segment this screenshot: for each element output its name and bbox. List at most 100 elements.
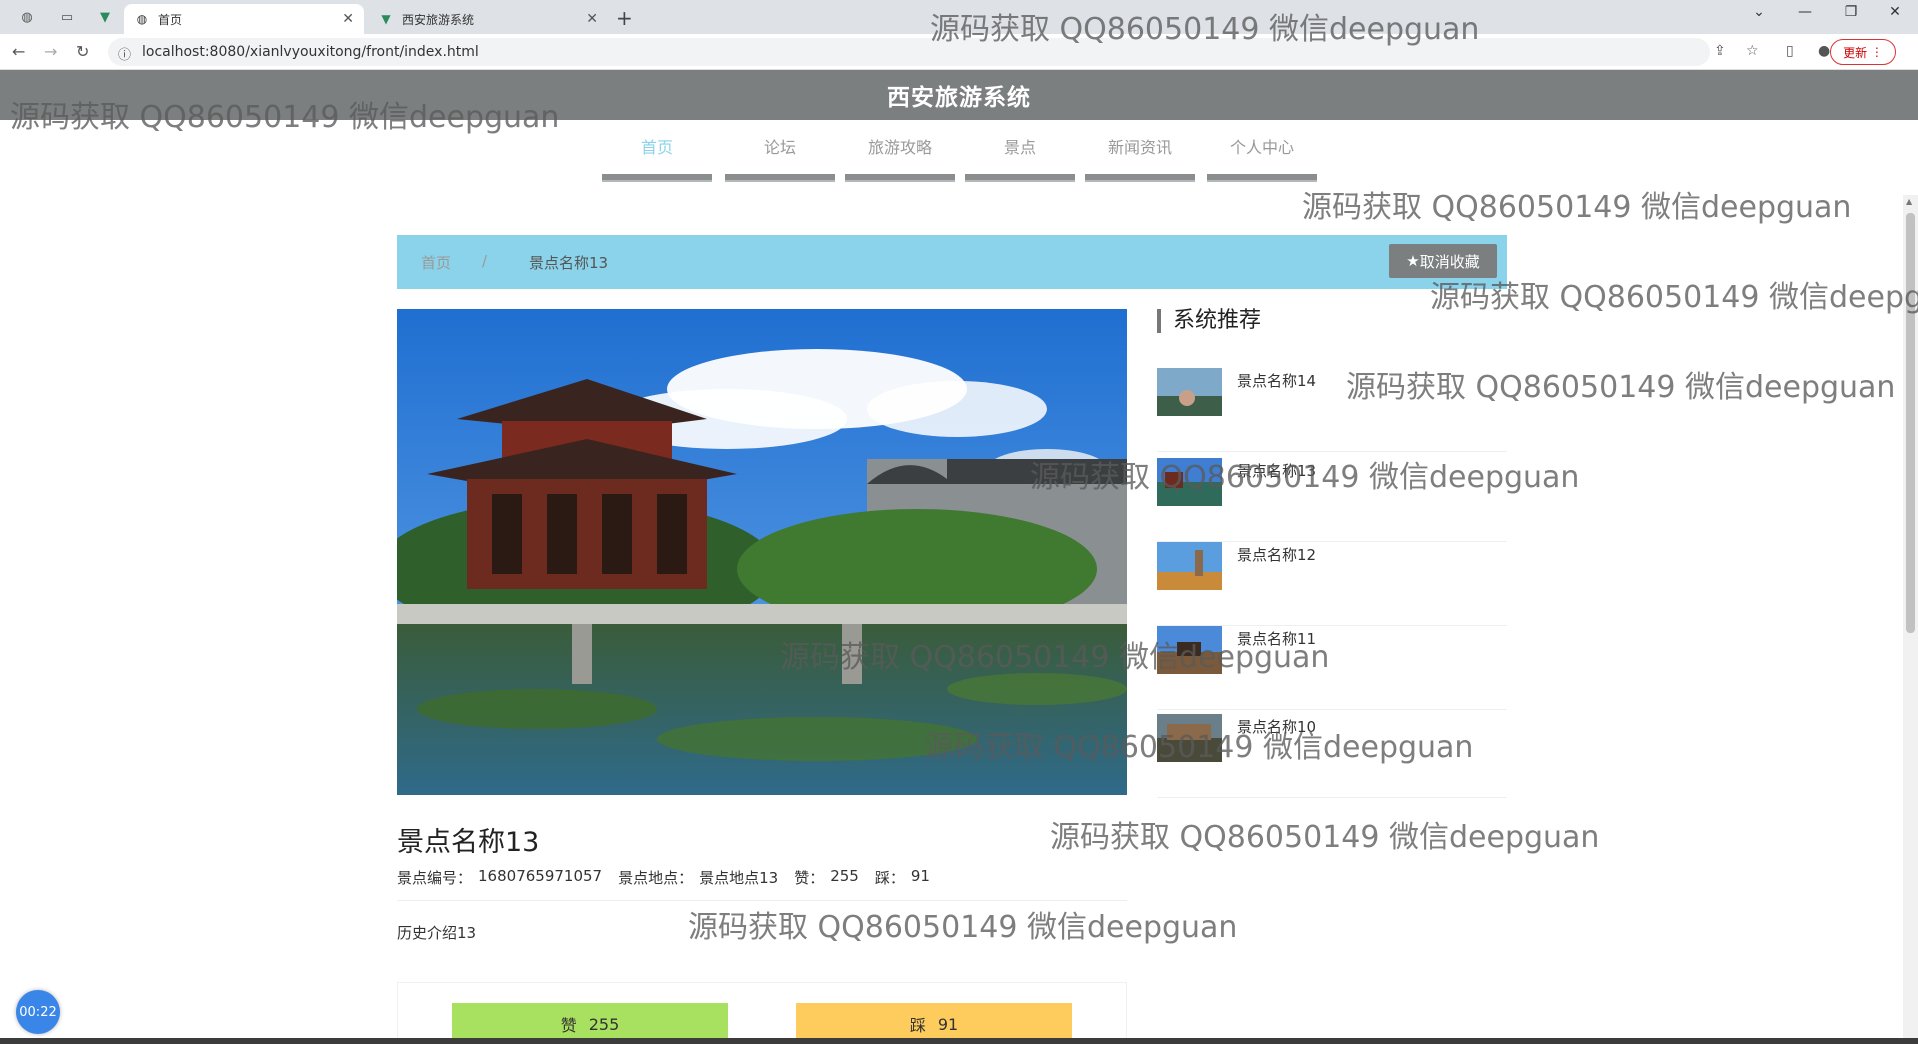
nav-underline [1085, 174, 1195, 182]
nav-label: 个人中心 [1229, 138, 1294, 157]
recommend-item[interactable]: 景点名称12 [1157, 542, 1507, 626]
history-intro: 历史介绍13 [397, 924, 477, 942]
nav-underline [725, 174, 835, 182]
site-header: 西安旅游系统 [0, 70, 1918, 120]
thumbnail-photo [1157, 542, 1222, 590]
browser-tab-strip: ◍ ▭ ▼ ◍ 首页 ✕ ▼ 西安旅游系统 ✕ + ⌄ — ❐ ✕ [0, 0, 1918, 34]
meta-label-likes: 赞： [794, 869, 825, 887]
attraction-title: 景点名称13 [397, 827, 540, 858]
globe-icon: ◍ [136, 12, 148, 26]
close-window-icon[interactable]: ✕ [1872, 4, 1918, 20]
nav-label: 首页 [640, 138, 673, 157]
attraction-meta: 景点编号： 1680765971057 景点地点： 景点地点13 赞： 255 … [397, 867, 930, 888]
recommend-item[interactable]: 景点名称11 [1157, 626, 1507, 710]
thumbnail-photo [1157, 458, 1222, 506]
pinned-tab-icon[interactable]: ◍ [14, 6, 40, 28]
like-count: 255 [588, 1014, 620, 1034]
meta-value-id: 1680765971057 [478, 867, 603, 885]
meta-label-location: 景点地点： [618, 869, 694, 887]
forward-icon[interactable]: → [44, 42, 57, 61]
thumbnail-photo [1157, 626, 1222, 674]
dislike-label: 踩 [909, 1016, 926, 1035]
recommend-thumbnail [1157, 368, 1222, 416]
recommend-item[interactable]: 景点名称13 [1157, 458, 1507, 542]
nav-label: 论坛 [763, 138, 796, 157]
meta-label-id: 景点编号： [397, 869, 473, 887]
meta-value-likes: 255 [830, 867, 859, 885]
breadcrumb-separator: / [482, 252, 488, 270]
main-nav: 首页 论坛 旅游攻略 景点 新闻资讯 个人中心 [602, 134, 1322, 184]
update-button[interactable]: 更新 ⋮ [1830, 39, 1896, 65]
new-tab-icon[interactable]: + [616, 6, 633, 30]
tab-search-icon[interactable]: ⌄ [1736, 4, 1782, 20]
recommend-title: 系统推荐 [1157, 309, 1261, 333]
breadcrumb-current: 景点名称13 [529, 254, 609, 272]
meta-value-location: 景点地点13 [699, 869, 779, 887]
side-panel-icon[interactable]: ▯ [1786, 43, 1794, 59]
profile-avatar-icon[interactable]: ● [1818, 43, 1830, 59]
recommend-name: 景点名称11 [1237, 630, 1317, 648]
nav-profile[interactable]: 个人中心 [1207, 134, 1317, 182]
watermark-text: 源码获取 QQ86050149 微信deepguan [1050, 820, 1600, 855]
recommend-thumbnail [1157, 626, 1222, 674]
scrollbar-thumb[interactable] [1906, 213, 1915, 633]
browser-tab-home[interactable]: ◍ 首页 ✕ [124, 4, 364, 34]
nav-forum[interactable]: 论坛 [725, 134, 835, 182]
close-tab-icon[interactable]: ✕ [586, 11, 598, 27]
recommend-name: 景点名称10 [1237, 718, 1317, 736]
page-scrollbar[interactable]: ▲ [1903, 195, 1918, 1044]
bottom-edge [0, 1038, 1918, 1044]
share-icon[interactable]: ⇪ [1714, 43, 1726, 59]
recommend-thumbnail [1157, 714, 1222, 762]
address-toolbar: ← → ↻ ⓘ localhost:8080/xianlvyouxitong/f… [0, 34, 1918, 70]
site-info-icon[interactable]: ⓘ [118, 44, 131, 63]
nav-guides[interactable]: 旅游攻略 [845, 134, 955, 182]
attraction-photo [397, 309, 1127, 795]
close-tab-icon[interactable]: ✕ [342, 11, 354, 27]
browser-tab-system[interactable]: ▼ 西安旅游系统 ✕ [368, 4, 608, 34]
nav-underline [1207, 174, 1317, 182]
recommend-thumbnail [1157, 542, 1222, 590]
nav-underline [602, 174, 712, 182]
pinned-tab-icon[interactable]: ▭ [54, 6, 80, 28]
unfavorite-label: 取消收藏 [1419, 252, 1480, 271]
recommend-name: 景点名称13 [1237, 462, 1317, 480]
update-label: 更新 [1843, 45, 1868, 60]
recording-timer-badge: 00:22 [16, 990, 60, 1034]
recommend-item[interactable]: 景点名称10 [1157, 714, 1507, 798]
tab-title: 首页 [158, 12, 183, 27]
nav-home[interactable]: 首页 [602, 134, 712, 182]
breadcrumb: 首页 / 景点名称13 ★ 取消收藏 [397, 235, 1507, 289]
divider [397, 900, 1127, 901]
thumbnail-photo [1157, 714, 1222, 762]
recommend-name: 景点名称14 [1237, 372, 1317, 390]
vue-icon: ▼ [381, 12, 391, 26]
scroll-up-icon[interactable]: ▲ [1906, 197, 1912, 206]
nav-attractions[interactable]: 景点 [965, 134, 1075, 182]
watermark-text: 源码获取 QQ86050149 微信deepguan [1302, 190, 1852, 225]
nav-label: 旅游攻略 [867, 138, 932, 157]
breadcrumb-home-link[interactable]: 首页 [421, 252, 451, 273]
nav-label: 景点 [1003, 138, 1036, 157]
nav-news[interactable]: 新闻资讯 [1085, 134, 1195, 182]
restore-icon[interactable]: ❐ [1828, 4, 1874, 20]
nav-underline [965, 174, 1075, 182]
recommend-item[interactable]: 景点名称14 [1157, 368, 1507, 452]
watermark-text: 源码获取 QQ86050149 微信deepguan [688, 910, 1238, 945]
vue-tab-icon[interactable]: ▼ [92, 6, 118, 28]
meta-value-dislikes: 91 [910, 867, 930, 885]
unfavorite-button[interactable]: ★ 取消收藏 [1389, 244, 1497, 278]
attraction-image[interactable] [397, 309, 1127, 795]
star-icon: ★ [1406, 252, 1420, 270]
back-icon[interactable]: ← [12, 42, 25, 61]
tab-title: 西安旅游系统 [402, 12, 475, 27]
reload-icon[interactable]: ↻ [76, 42, 89, 61]
minimize-icon[interactable]: — [1782, 4, 1828, 20]
recommend-thumbnail [1157, 458, 1222, 506]
like-label: 赞 [560, 1016, 577, 1035]
bookmark-star-icon[interactable]: ☆ [1746, 43, 1759, 59]
vote-panel: 赞 255 踩 91 [397, 982, 1127, 1044]
thumbnail-photo [1157, 368, 1222, 416]
site-title: 西安旅游系统 [887, 85, 1031, 111]
url-field[interactable]: ⓘ localhost:8080/xianlvyouxitong/front/i… [108, 38, 1710, 66]
